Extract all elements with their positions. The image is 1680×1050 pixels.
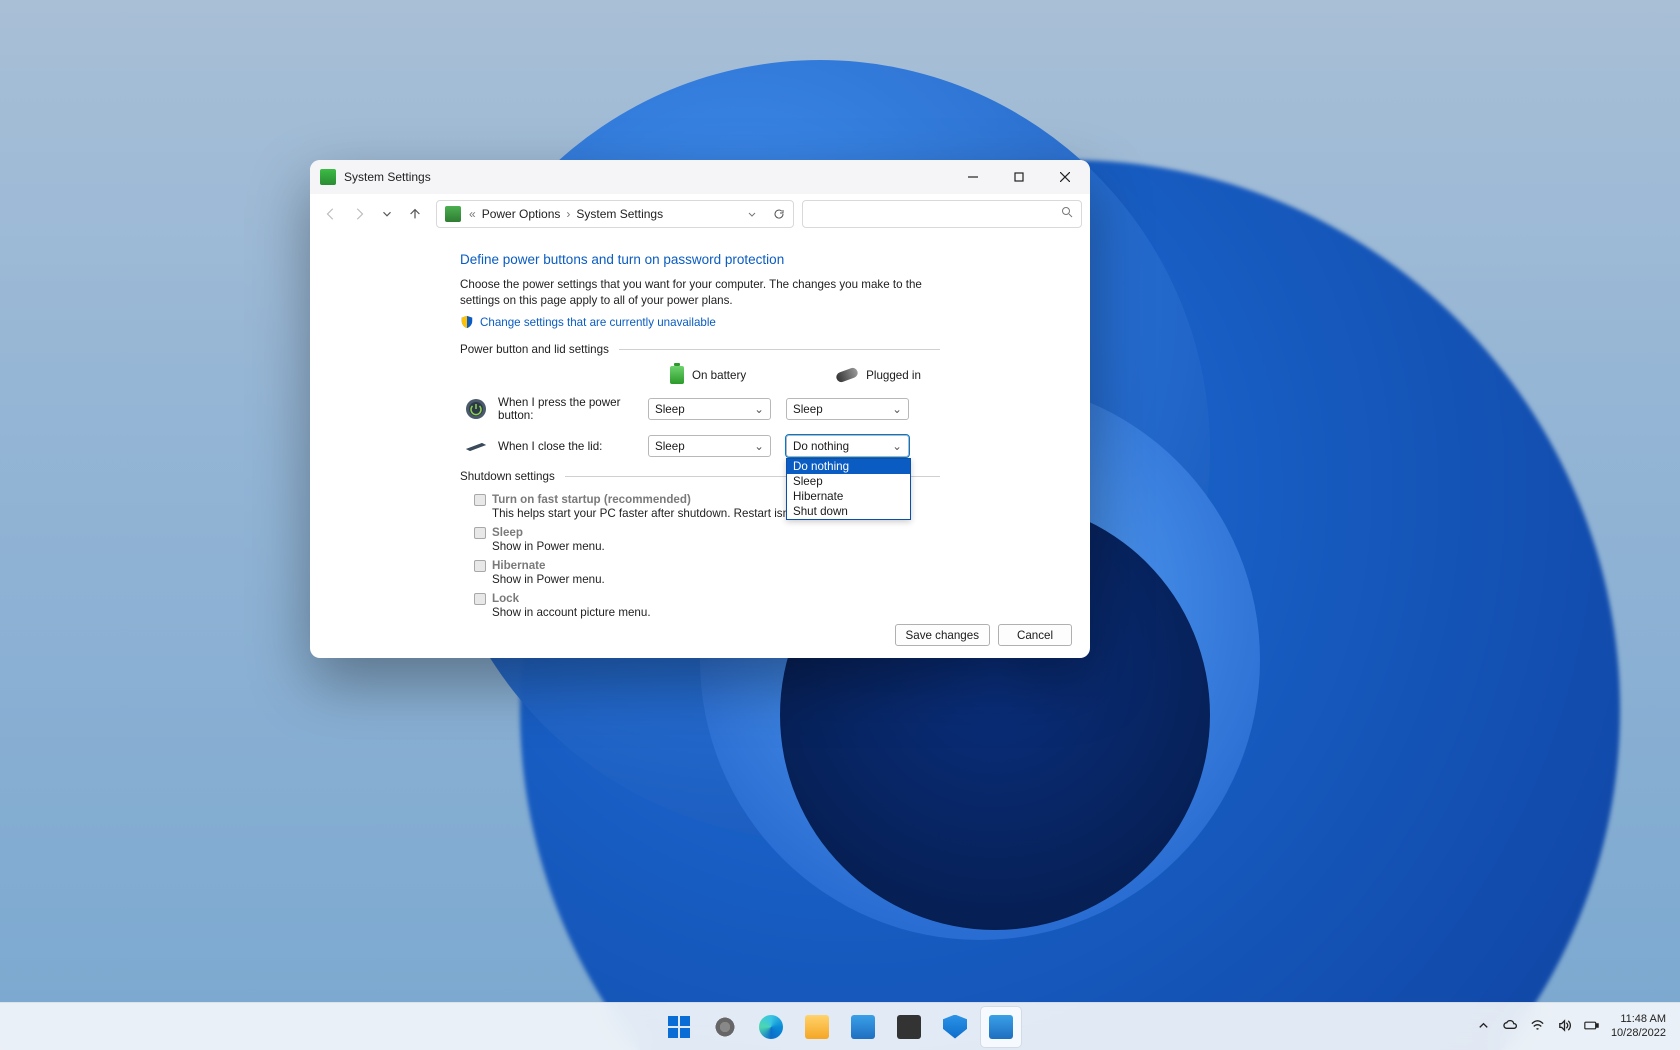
- window-icon: [320, 169, 336, 185]
- column-plugged-in: Plugged in: [836, 369, 921, 382]
- folder-icon: [805, 1015, 829, 1039]
- shutdown-item-hibernate: Hibernate Show in Power menu.: [474, 559, 924, 586]
- back-button[interactable]: [318, 201, 344, 227]
- checkbox[interactable]: [474, 494, 486, 506]
- gear-icon: [713, 1015, 737, 1039]
- onedrive-icon[interactable]: [1503, 1018, 1518, 1036]
- cancel-button[interactable]: Cancel: [998, 624, 1072, 646]
- shutdown-item-lock: Lock Show in account picture menu.: [474, 592, 924, 619]
- chevron-down-icon: ⌄: [892, 439, 902, 453]
- windows-logo-icon: [668, 1016, 690, 1038]
- nav-toolbar: « Power Options › System Settings: [310, 194, 1090, 234]
- dropdown-option-sleep[interactable]: Sleep: [787, 474, 910, 489]
- forward-button[interactable]: [346, 201, 372, 227]
- address-bar[interactable]: « Power Options › System Settings: [436, 200, 794, 228]
- column-on-battery: On battery: [670, 366, 746, 384]
- page-heading: Define power buttons and turn on passwor…: [460, 252, 1090, 267]
- dropdown-power-plugged[interactable]: Sleep⌄: [786, 398, 909, 420]
- volume-icon[interactable]: [1557, 1018, 1572, 1036]
- dropdown-list: Do nothing Sleep Hibernate Shut down: [786, 458, 911, 520]
- shield-icon: [460, 315, 474, 329]
- taskbar-settings[interactable]: [705, 1007, 745, 1047]
- row-power-button: When I press the power button: Sleep⌄ Sl…: [460, 396, 1090, 422]
- titlebar: System Settings: [310, 160, 1090, 194]
- battery-icon[interactable]: [1584, 1018, 1599, 1036]
- power-button-icon: [464, 397, 488, 421]
- search-box[interactable]: [802, 200, 1082, 228]
- taskbar-center: [659, 1007, 1021, 1047]
- footer-buttons: Save changes Cancel: [895, 624, 1072, 646]
- breadcrumb-system-settings[interactable]: System Settings: [576, 207, 663, 221]
- window-title: System Settings: [344, 170, 950, 184]
- taskbar-control-panel[interactable]: [981, 1007, 1021, 1047]
- taskbar-explorer[interactable]: [797, 1007, 837, 1047]
- maximize-button[interactable]: [996, 161, 1042, 193]
- taskbar-clock[interactable]: 11:48 AM 10/28/2022: [1611, 1013, 1666, 1039]
- address-dropdown-icon[interactable]: [747, 209, 757, 219]
- start-button[interactable]: [659, 1007, 699, 1047]
- edge-icon: [759, 1015, 783, 1039]
- dropdown-lid-plugged[interactable]: Do nothing⌄ Do nothing Sleep Hibernate S…: [786, 435, 909, 457]
- checkbox[interactable]: [474, 527, 486, 539]
- up-button[interactable]: [402, 201, 428, 227]
- store-icon: [851, 1015, 875, 1039]
- chevron-down-icon: ⌄: [754, 439, 764, 453]
- taskbar-security[interactable]: [935, 1007, 975, 1047]
- terminal-icon: [897, 1015, 921, 1039]
- change-unavailable-link[interactable]: Change settings that are currently unava…: [480, 316, 716, 329]
- control-panel-icon: [989, 1015, 1013, 1039]
- wifi-icon[interactable]: [1530, 1018, 1545, 1036]
- dropdown-option-shut-down[interactable]: Shut down: [787, 504, 910, 519]
- chevron-down-icon: ⌄: [892, 402, 902, 416]
- checkbox[interactable]: [474, 560, 486, 572]
- search-icon: [1061, 206, 1073, 221]
- system-settings-window: System Settings « Power Options › System…: [310, 160, 1090, 658]
- battery-icon: [670, 366, 684, 384]
- minimize-button[interactable]: [950, 161, 996, 193]
- recent-button[interactable]: [374, 201, 400, 227]
- save-button[interactable]: Save changes: [895, 624, 990, 646]
- chevron-down-icon: ⌄: [754, 402, 764, 416]
- dropdown-lid-battery[interactable]: Sleep⌄: [648, 435, 771, 457]
- checkbox[interactable]: [474, 593, 486, 605]
- dropdown-option-hibernate[interactable]: Hibernate: [787, 489, 910, 504]
- taskbar: 11:48 AM 10/28/2022: [0, 1002, 1680, 1050]
- section-power-button: Power button and lid settings: [460, 343, 940, 356]
- plug-icon: [835, 367, 859, 384]
- shutdown-item-sleep: Sleep Show in Power menu.: [474, 526, 924, 553]
- lid-icon: [464, 434, 488, 458]
- taskbar-edge[interactable]: [751, 1007, 791, 1047]
- tray-overflow-icon[interactable]: [1476, 1018, 1491, 1036]
- dropdown-power-battery[interactable]: Sleep⌄: [648, 398, 771, 420]
- breadcrumb-power-options[interactable]: Power Options: [482, 207, 561, 221]
- taskbar-terminal[interactable]: [889, 1007, 929, 1047]
- system-tray: 11:48 AM 10/28/2022: [1476, 1013, 1680, 1039]
- refresh-icon[interactable]: [773, 208, 785, 220]
- dropdown-option-do-nothing[interactable]: Do nothing: [787, 459, 910, 474]
- taskbar-store[interactable]: [843, 1007, 883, 1047]
- close-button[interactable]: [1042, 161, 1088, 193]
- control-panel-icon: [445, 206, 461, 222]
- page-description: Choose the power settings that you want …: [460, 277, 930, 309]
- content-area: Define power buttons and turn on passwor…: [310, 234, 1090, 658]
- row-lid: When I close the lid: Sleep⌄ Do nothing⌄…: [460, 434, 1090, 458]
- shield-icon: [943, 1015, 967, 1039]
